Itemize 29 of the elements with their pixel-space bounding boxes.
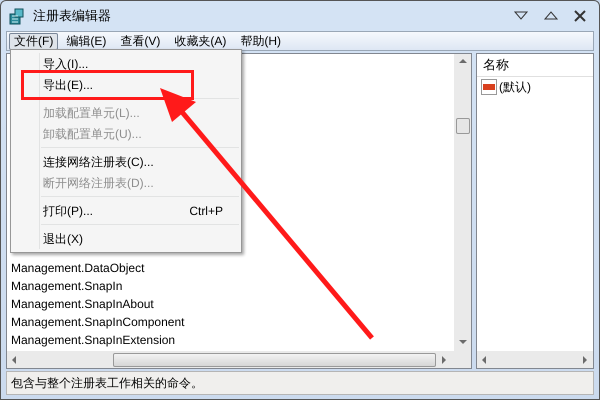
tree-item[interactable]: Management.DataObject [11, 259, 454, 277]
horizontal-scrollbar[interactable] [477, 351, 593, 368]
window-title: 注册表编辑器 [33, 7, 111, 26]
menu-item[interactable]: 查看(V) [114, 32, 166, 50]
menu-option[interactable]: 连接网络注册表(C)... [11, 151, 241, 172]
column-header[interactable]: 名称 [483, 55, 509, 75]
menu-option[interactable]: 导入(I)... [11, 53, 241, 74]
maximize-icon[interactable] [544, 11, 558, 21]
tree-item[interactable]: Management.SnapIn [11, 277, 454, 295]
shortcut-text: Ctrl+P [189, 202, 223, 220]
menu-item[interactable]: 帮助(H) [234, 32, 287, 50]
string-value-icon [481, 79, 497, 95]
tree-item[interactable]: Management.SnapInExtension [11, 331, 454, 349]
menu-option[interactable]: 导出(E)... [11, 74, 241, 95]
menu-option[interactable]: 打印(P)... Ctrl+P [11, 200, 241, 221]
status-text: 包含与整个注册表工作相关的命令。 [11, 375, 203, 392]
tree-item[interactable]: Management.SnapInComponent [11, 313, 454, 331]
menu-item[interactable]: 文件(F) [9, 32, 58, 50]
minimize-icon[interactable] [514, 11, 528, 21]
menu-item[interactable]: 收藏夹(A) [168, 32, 232, 50]
horizontal-scrollbar[interactable] [7, 351, 471, 368]
value-name[interactable]: (默认) [499, 78, 531, 96]
menu-option[interactable]: 退出(X) [11, 228, 241, 249]
tree-item[interactable]: Management.SnapInAbout [11, 295, 454, 313]
vertical-scrollbar[interactable] [454, 54, 471, 351]
close-icon[interactable] [574, 10, 586, 22]
scroll-thumb[interactable] [113, 352, 436, 366]
menu-item[interactable]: 编辑(E) [60, 32, 112, 50]
scroll-thumb[interactable] [456, 118, 470, 134]
